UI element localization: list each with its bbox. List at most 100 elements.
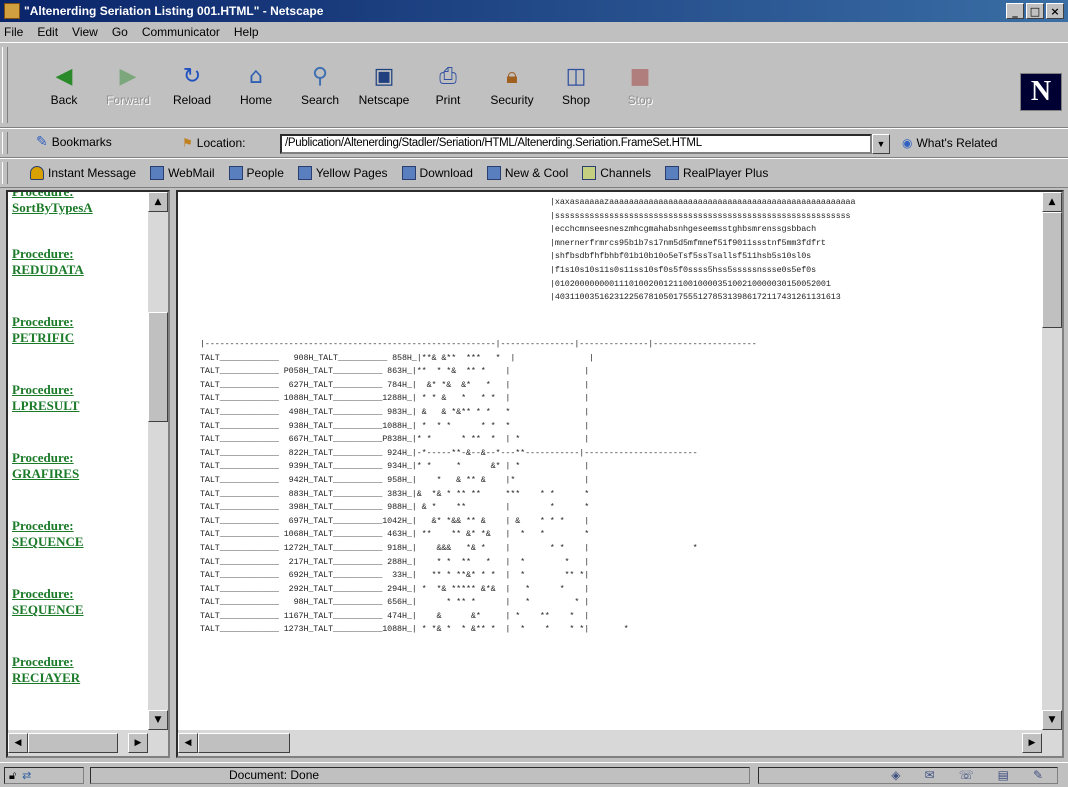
personal-download[interactable]: Download [401, 166, 473, 180]
procedure-link-prefix[interactable]: Procedure: [12, 518, 148, 534]
menu-go[interactable]: Go [112, 25, 128, 39]
toolbar-grip[interactable] [2, 47, 8, 123]
scroll-thumb[interactable] [28, 733, 118, 753]
stop-button[interactable]: ■ Stop [608, 59, 672, 117]
menu-edit[interactable]: Edit [37, 25, 58, 39]
list-item[interactable]: Procedure: SEQUENCE [12, 586, 148, 618]
left-vertical-scrollbar[interactable]: ▲ ▼ [148, 192, 168, 730]
forward-arrow-icon: ▶ [119, 64, 137, 89]
security-button[interactable]: 🔒︎ Security [480, 59, 544, 117]
url-dropdown-button[interactable]: ▼ [872, 134, 890, 154]
scroll-up-button[interactable]: ▲ [1042, 192, 1062, 212]
back-arrow-icon: ◀ [55, 64, 73, 89]
maximize-button[interactable]: □ [1026, 3, 1044, 19]
progress-icon: ⇄ [22, 769, 32, 782]
scroll-thumb[interactable] [198, 733, 290, 753]
personal-people[interactable]: People [228, 166, 284, 180]
page-proxy-icon[interactable]: ⚑ [182, 136, 193, 150]
procedure-link-prefix[interactable]: Procedure: [12, 450, 148, 466]
security-lock-icon[interactable]: 🔓︎ [9, 769, 16, 783]
left-horizontal-scrollbar[interactable]: ◀ ▶ [8, 730, 168, 756]
personal-webmail[interactable]: WebMail [150, 166, 215, 180]
procedure-link-prefix[interactable]: Procedure: [12, 586, 148, 602]
minimize-button[interactable]: _ [1006, 3, 1024, 19]
home-button[interactable]: ⌂ Home [224, 59, 288, 117]
scroll-right-button[interactable]: ▶ [1022, 733, 1042, 753]
scroll-right-button[interactable]: ▶ [128, 733, 148, 753]
list-item[interactable]: Procedure: SortByTypesA [12, 192, 148, 216]
seriation-listing: |xaxasaaaaazaaaaaaaaaaaaaaaaaaaaaaaaaaaa… [178, 192, 1042, 730]
personal-yellow-pages[interactable]: Yellow Pages [297, 166, 388, 180]
personal-channels[interactable]: Channels [582, 166, 651, 180]
reload-button[interactable]: ↻ Reload [160, 59, 224, 117]
procedure-link-lpresult[interactable]: LPRESULT [12, 398, 148, 414]
status-message: Document: Done [90, 767, 750, 784]
list-item[interactable]: Procedure: SEQUENCE [12, 518, 148, 550]
list-item[interactable]: Procedure: REDUDATA [12, 246, 148, 278]
scroll-down-button[interactable]: ▼ [148, 710, 168, 730]
mail-icon[interactable]: ✉ [925, 768, 935, 783]
whats-related-button[interactable]: ◉ What's Related [902, 136, 997, 150]
right-content-frame: |xaxasaaaaazaaaaaaaaaaaaaaaaaaaaaaaaaaaa… [176, 190, 1064, 758]
netscape-button[interactable]: ▣ Netscape [352, 59, 416, 117]
location-url-field[interactable]: /Publication/Altenerding/Stadler/Seriati… [280, 134, 872, 154]
forward-button[interactable]: ▶ Forward [96, 59, 160, 117]
procedure-link-grafires[interactable]: GRAFIRES [12, 466, 148, 482]
scroll-left-button[interactable]: ◀ [178, 733, 198, 753]
discussions-icon[interactable]: ☏ [959, 768, 974, 783]
menu-file[interactable]: File [4, 25, 23, 39]
navigator-icon[interactable]: ◈ [891, 768, 900, 783]
scroll-up-button[interactable]: ▲ [148, 192, 168, 212]
toolbar-grip[interactable] [2, 162, 8, 184]
location-toolbar: ✎ Bookmarks ⚑ Location: /Publication/Alt… [0, 128, 1068, 158]
procedure-link-prefix[interactable]: Procedure: [12, 192, 148, 200]
procedure-link-reciayer[interactable]: RECIAYER [12, 670, 148, 686]
status-bar: 🔓︎ ⇄ Document: Done ◈ ✉ ☏ ▤ ✎ [0, 762, 1068, 787]
search-button[interactable]: ⚲ Search [288, 59, 352, 117]
procedure-link-prefix[interactable]: Procedure: [12, 314, 148, 330]
netscape-app-icon[interactable] [4, 3, 20, 19]
list-item[interactable]: Procedure: PETRIFIC [12, 314, 148, 346]
personal-realplayer[interactable]: RealPlayer Plus [664, 166, 768, 180]
toolbar-grip[interactable] [2, 132, 8, 154]
menu-view[interactable]: View [72, 25, 98, 39]
netscape-logo[interactable]: N [1020, 73, 1062, 111]
procedure-link-redudata[interactable]: REDUDATA [12, 262, 148, 278]
shop-icon: ◫ [565, 64, 587, 89]
menu-communicator[interactable]: Communicator [142, 25, 220, 39]
netscape-icon: ▣ [373, 64, 395, 89]
print-button[interactable]: ⎙ Print [416, 59, 480, 117]
shop-button[interactable]: ◫ Shop [544, 59, 608, 117]
window-title: "Altenerding Seriation Listing 001.HTML"… [24, 4, 324, 18]
bookmark-page-icon [297, 166, 312, 180]
procedure-link-prefix[interactable]: Procedure: [12, 246, 148, 262]
procedure-link-prefix[interactable]: Procedure: [12, 654, 148, 670]
right-horizontal-scrollbar[interactable]: ◀ ▶ [178, 730, 1062, 756]
scroll-left-button[interactable]: ◀ [8, 733, 28, 753]
procedure-link-prefix[interactable]: Procedure: [12, 382, 148, 398]
bookmarks-icon: ✎ [36, 134, 48, 150]
menu-help[interactable]: Help [234, 25, 259, 39]
personal-new-cool[interactable]: New & Cool [486, 166, 568, 180]
procedure-link-name[interactable]: SortByTypesA [12, 200, 148, 216]
location-label: ⚑ Location: [182, 136, 246, 150]
list-item[interactable]: Procedure: RECIAYER [12, 654, 148, 686]
scroll-down-button[interactable]: ▼ [1042, 710, 1062, 730]
scroll-thumb[interactable] [148, 312, 168, 422]
personal-instant-message[interactable]: Instant Message [30, 166, 136, 180]
back-button[interactable]: ◀ Back [32, 59, 96, 117]
list-item[interactable]: Procedure: GRAFIRES [12, 450, 148, 482]
close-button[interactable]: × [1046, 3, 1064, 19]
scroll-thumb[interactable] [1042, 212, 1062, 328]
bookmarks-button[interactable]: ✎ Bookmarks [36, 134, 112, 150]
search-icon: ⚲ [311, 64, 329, 89]
channels-icon [582, 166, 597, 180]
print-icon: ⎙ [439, 64, 457, 89]
list-item[interactable]: Procedure: LPRESULT [12, 382, 148, 414]
address-book-icon[interactable]: ▤ [998, 768, 1009, 783]
procedure-link-sequence[interactable]: SEQUENCE [12, 602, 148, 618]
procedure-link-sequence[interactable]: SEQUENCE [12, 534, 148, 550]
composer-icon[interactable]: ✎ [1033, 768, 1043, 783]
procedure-link-petrific[interactable]: PETRIFIC [12, 330, 148, 346]
right-vertical-scrollbar[interactable]: ▲ ▼ [1042, 192, 1062, 730]
